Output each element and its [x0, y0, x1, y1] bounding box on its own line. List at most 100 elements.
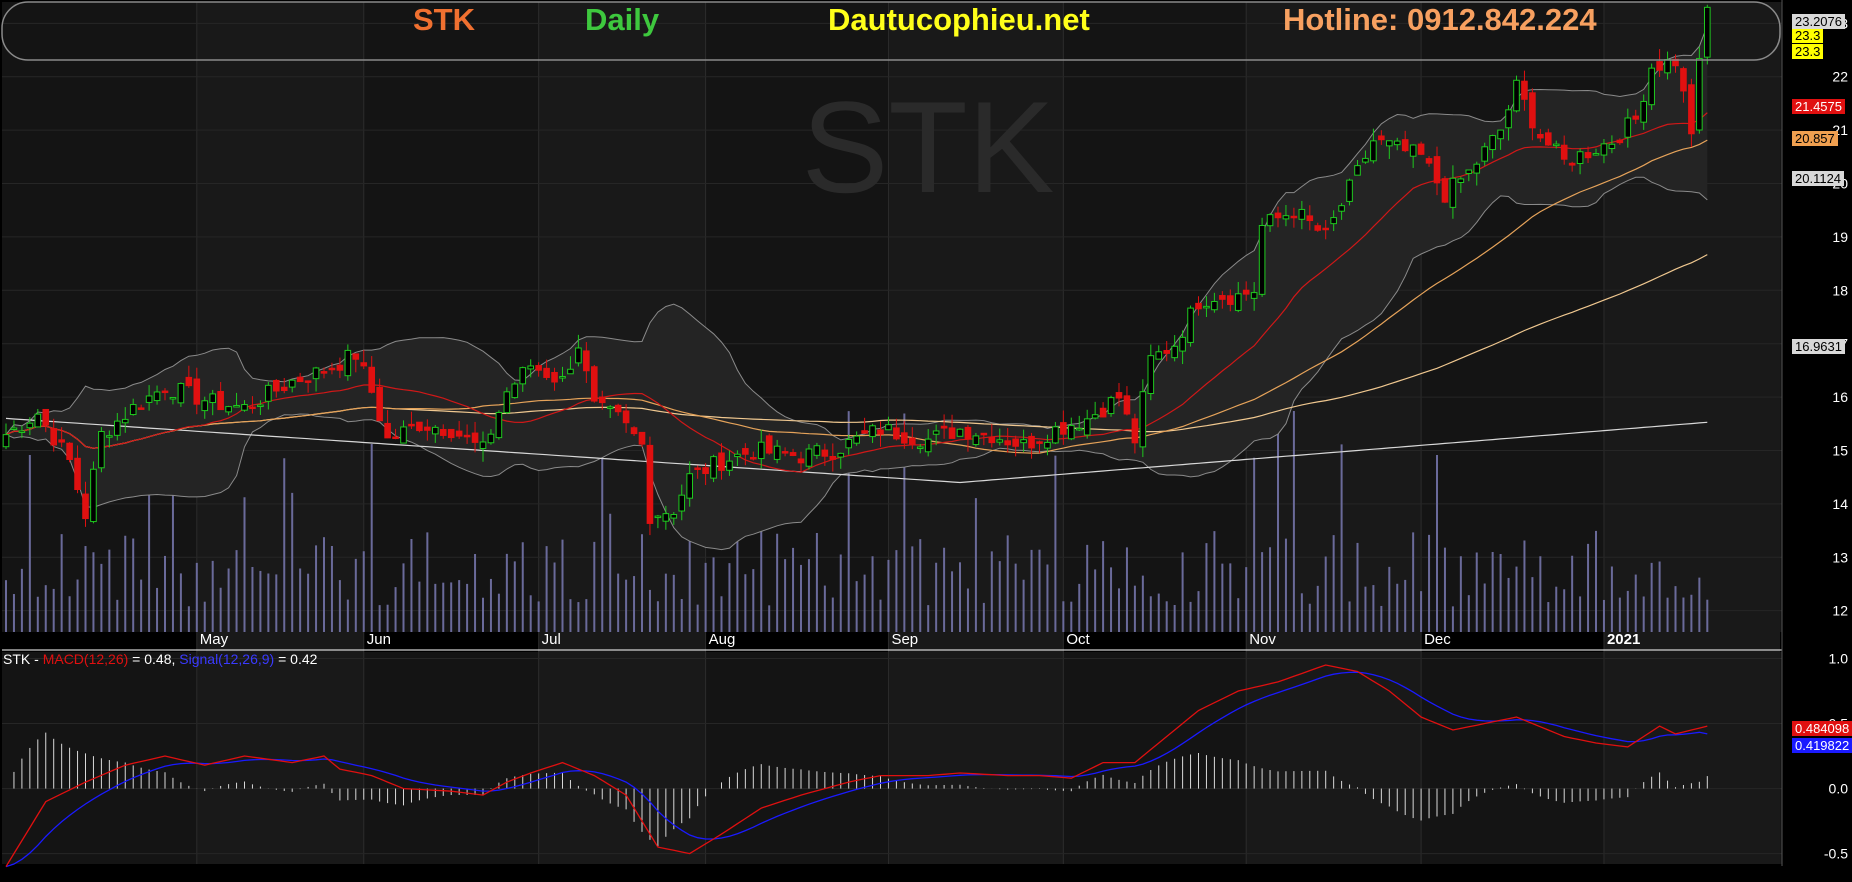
- candle-body: [1004, 440, 1012, 446]
- month-label: Jun: [366, 631, 391, 648]
- candle-body: [734, 453, 741, 458]
- price-tag: 20.1124: [1792, 171, 1845, 187]
- candle-body: [773, 445, 781, 460]
- macd-tag: 0.484098: [1792, 721, 1852, 736]
- price-tag: 23.2076: [1792, 13, 1845, 29]
- candle-body: [1449, 177, 1457, 208]
- candle-body: [1656, 61, 1663, 71]
- candle-body: [567, 368, 574, 375]
- candle-body: [2, 434, 10, 448]
- candle-body: [718, 452, 725, 471]
- candle-body: [1171, 345, 1178, 359]
- candle-body: [471, 432, 479, 443]
- candle-body: [1624, 117, 1632, 138]
- candle-body: [336, 364, 344, 371]
- candle-body: [129, 404, 137, 416]
- candle-body: [1680, 68, 1687, 92]
- candle-body: [1545, 132, 1552, 146]
- candle-body: [1012, 438, 1019, 447]
- candle-body: [726, 460, 733, 471]
- candle-body: [1640, 100, 1648, 123]
- candle-body: [1155, 351, 1163, 360]
- candle-body: [909, 437, 916, 445]
- candle-body: [901, 432, 908, 444]
- candle-body: [940, 425, 948, 429]
- candle-body: [1131, 418, 1139, 444]
- month-label: Sep: [891, 631, 919, 648]
- candle-body: [575, 347, 582, 364]
- candle-body: [1068, 425, 1075, 440]
- candle-body: [956, 428, 964, 437]
- candle-body: [654, 515, 662, 519]
- candle-body: [304, 380, 312, 383]
- candle-body: [392, 436, 399, 439]
- price-tag: 20.857: [1792, 131, 1838, 147]
- candle-body: [376, 386, 383, 422]
- candle-body: [614, 404, 622, 413]
- stock-chart: STK 121314151617181920212223-0.50.00.51.…: [0, 0, 1852, 882]
- month-label: 2021: [1606, 631, 1641, 648]
- candle-body: [1632, 115, 1640, 120]
- candle-body: [463, 434, 471, 438]
- ticker-watermark: STK: [802, 74, 1055, 220]
- candle-body: [90, 468, 97, 523]
- macd-tick-label: -0.5: [1824, 846, 1848, 862]
- price-tick-label: 22: [1832, 69, 1848, 85]
- price-tag: 23.3: [1792, 44, 1824, 59]
- month-label: Aug: [708, 631, 736, 648]
- candle-body: [280, 386, 288, 392]
- candle-body: [535, 365, 542, 371]
- candle-body: [201, 400, 209, 412]
- candle-body: [1258, 224, 1266, 295]
- candle-body: [1314, 225, 1322, 231]
- macd-tag: 0.419822: [1792, 738, 1852, 753]
- candle-body: [400, 426, 407, 444]
- candle-body: [487, 433, 495, 444]
- candle-body: [1378, 135, 1385, 141]
- candle-body: [177, 383, 185, 404]
- candle-body: [50, 428, 58, 446]
- candle-body: [352, 353, 360, 360]
- candle-body: [257, 404, 264, 408]
- candle-body: [789, 452, 797, 457]
- header-interval: Daily: [585, 2, 660, 37]
- candle-body: [972, 435, 980, 446]
- candle-body: [1608, 143, 1616, 149]
- candle-body: [1704, 6, 1711, 58]
- candle-body: [1537, 133, 1544, 139]
- candle-body: [479, 441, 487, 449]
- candle-body: [893, 427, 900, 440]
- macd-legend-macd-value: = 0.48,: [128, 651, 180, 667]
- candle-body: [869, 425, 876, 438]
- candle-body: [296, 376, 304, 383]
- candle-body: [1060, 422, 1067, 435]
- candle-body: [1107, 397, 1115, 415]
- candle-body: [1409, 144, 1417, 157]
- candle-body: [702, 467, 709, 475]
- candle-body: [765, 435, 773, 454]
- candle-body: [1290, 215, 1298, 219]
- candle-body: [1648, 67, 1655, 106]
- candle-body: [1664, 59, 1671, 74]
- candle-body: [185, 376, 193, 387]
- candle-body: [424, 426, 431, 431]
- candle-body: [288, 379, 296, 388]
- candle-body: [1338, 205, 1345, 212]
- candle-body: [1163, 349, 1171, 354]
- candle-body: [1091, 414, 1099, 419]
- candle-body: [519, 367, 527, 385]
- month-label: Jul: [541, 631, 561, 648]
- candle-body: [233, 404, 240, 408]
- candle-body: [1529, 92, 1536, 129]
- candle-body: [750, 457, 757, 460]
- candle-body: [988, 436, 996, 444]
- candle-body: [58, 439, 65, 443]
- candle-body: [18, 430, 26, 433]
- candle-body: [1139, 391, 1147, 448]
- month-label: Dec: [1424, 631, 1451, 648]
- candle-body: [598, 396, 606, 404]
- candle-body: [1099, 407, 1107, 418]
- candle-body: [312, 367, 320, 380]
- candle-body: [1584, 152, 1592, 159]
- candle-body: [757, 441, 765, 460]
